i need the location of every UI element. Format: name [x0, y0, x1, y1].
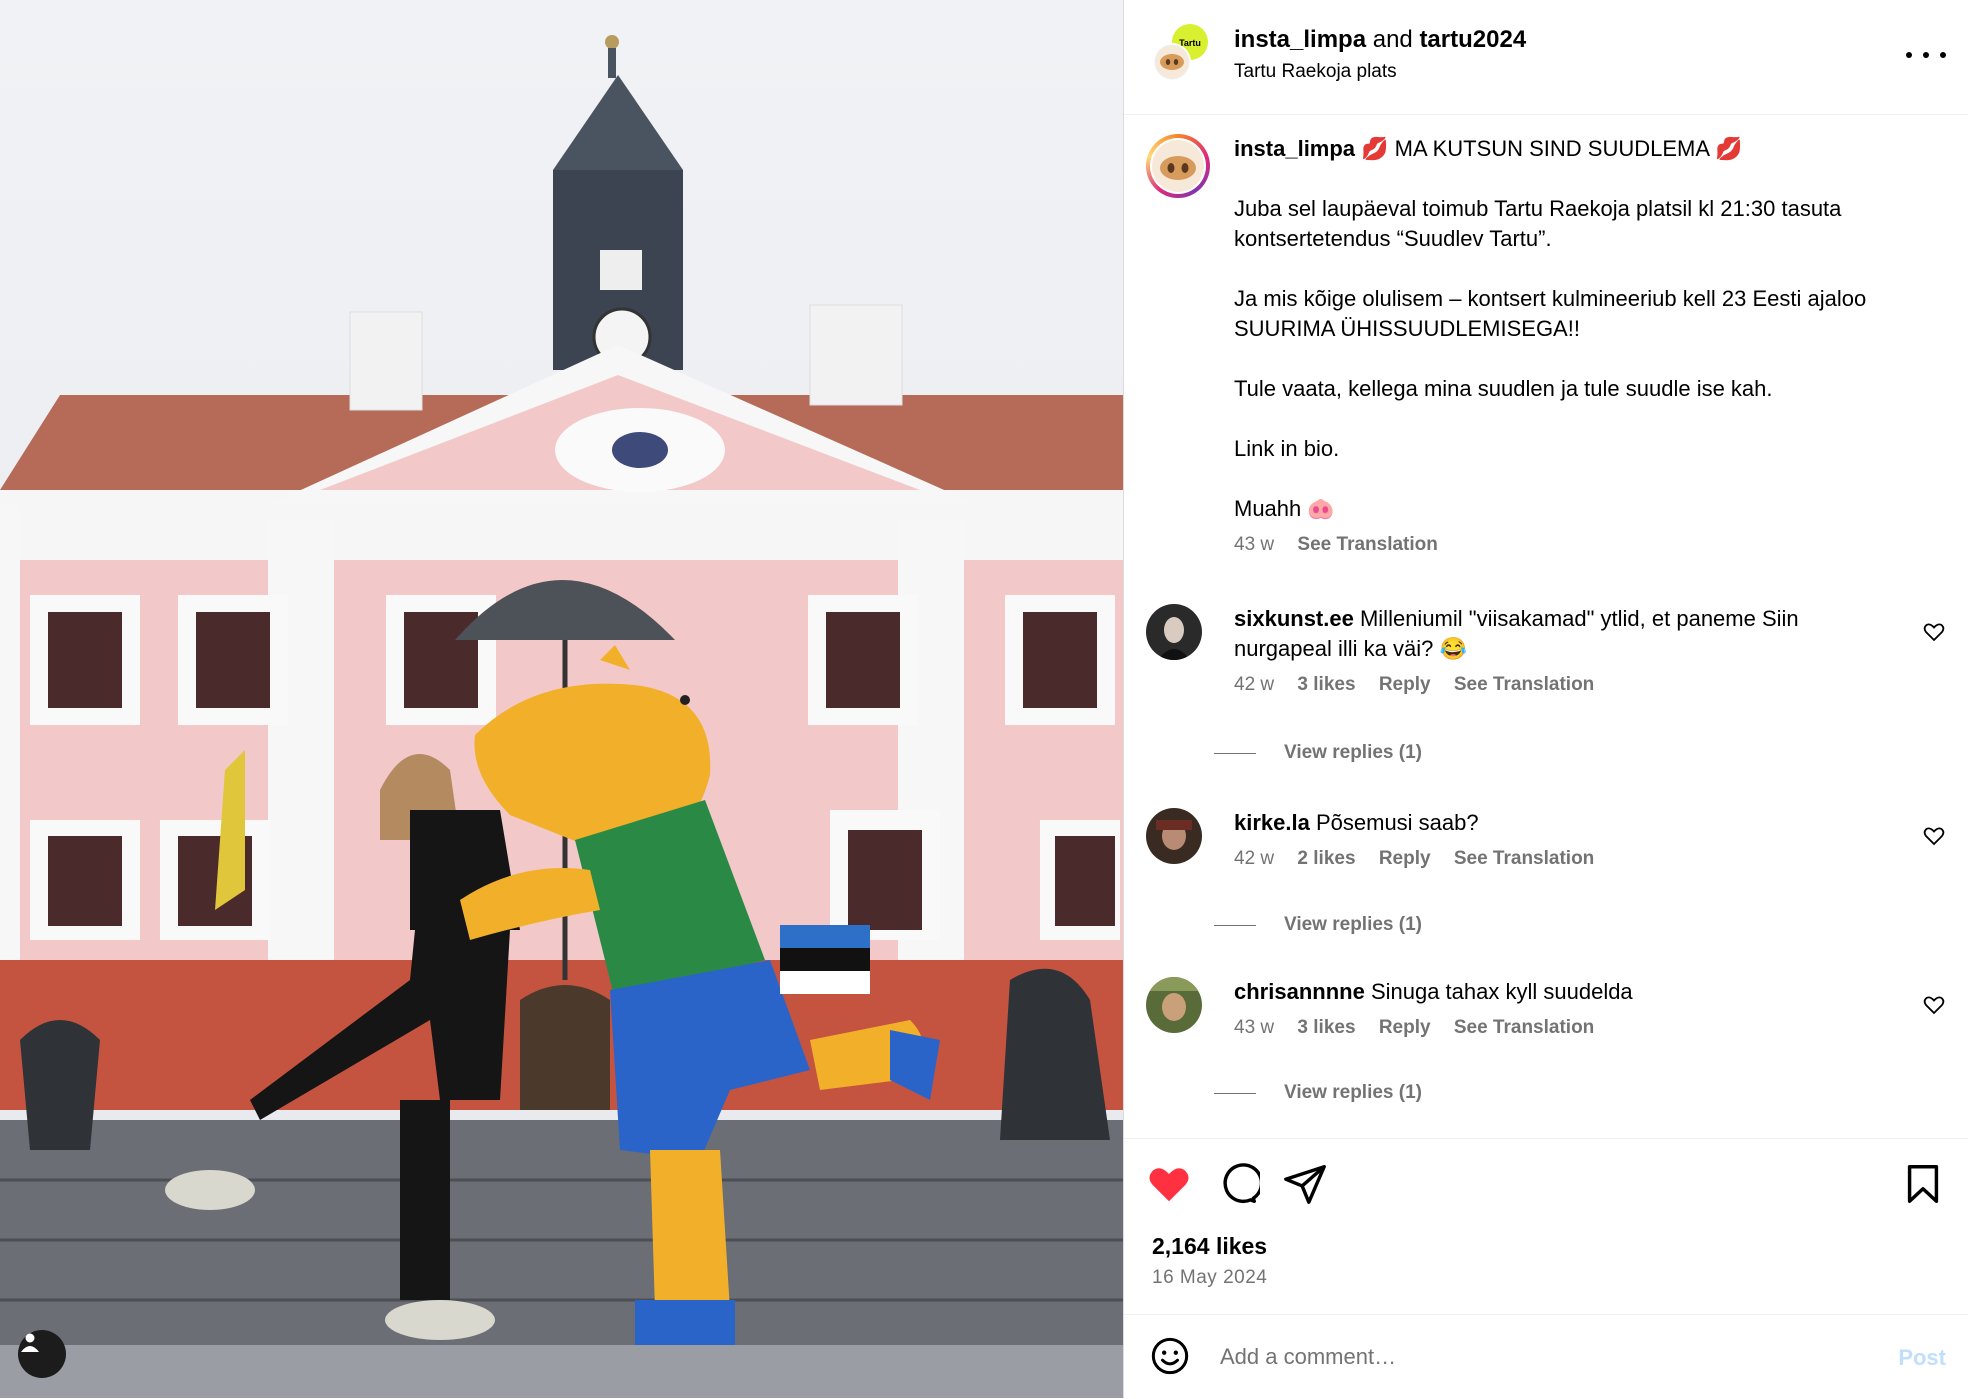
commenter-username[interactable]: chrisannnne: [1234, 979, 1365, 1004]
heart-outline-icon[interactable]: [1922, 993, 1946, 1017]
caption-paragraph: Link in bio.: [1234, 436, 1340, 461]
heart-outline-icon[interactable]: [1922, 824, 1946, 848]
comment-time[interactable]: 42 w: [1234, 848, 1274, 869]
caption-time[interactable]: 43 w: [1234, 534, 1274, 555]
commenter-username[interactable]: sixkunst.ee: [1234, 606, 1354, 631]
author-avatar[interactable]: [1146, 134, 1210, 198]
view-replies-label: View replies (1): [1284, 742, 1422, 763]
reply-button[interactable]: Reply: [1379, 674, 1431, 695]
comment-likes[interactable]: 3 likes: [1297, 1017, 1355, 1038]
see-translation-link[interactable]: See Translation: [1454, 848, 1594, 869]
caption-paragraph: Tule vaata, kellega mina suudlen ja tule…: [1234, 376, 1773, 401]
town-hall-photo: [0, 0, 1123, 1398]
comment-composer: Post: [1124, 1314, 1968, 1399]
view-replies-button[interactable]: View replies (1): [1214, 914, 1422, 936]
commenter-username[interactable]: kirke.la: [1234, 810, 1310, 835]
comment-body: sixkunst.ee Milleniumil "viisakamad" ytl…: [1234, 604, 1896, 700]
and-text: and: [1372, 26, 1413, 53]
comment-time[interactable]: 42 w: [1234, 674, 1274, 695]
avatar-image: [1146, 604, 1202, 660]
person-icon: [21, 1333, 39, 1352]
comment-body: kirke.la Põsemusi saab? 42 w 2 likes Rep…: [1234, 808, 1896, 874]
heart-filled-icon[interactable]: [1146, 1161, 1192, 1207]
add-comment-input[interactable]: [1218, 1331, 1862, 1383]
reply-button[interactable]: Reply: [1379, 1017, 1431, 1038]
post-actions: 2,164 likes 16 May 2024: [1124, 1138, 1968, 1314]
see-translation-link[interactable]: See Translation: [1297, 534, 1437, 555]
bookmark-icon[interactable]: [1900, 1161, 1946, 1207]
view-replies-button[interactable]: View replies (1): [1214, 742, 1422, 764]
commenter-avatar[interactable]: [1146, 604, 1202, 660]
comment-meta: 43 w 3 likes Reply See Translation: [1234, 1013, 1896, 1043]
header-authors: insta_limpa and tartu2024: [1234, 26, 1526, 54]
collaborator-username[interactable]: tartu2024: [1419, 26, 1526, 53]
comment-icon[interactable]: [1214, 1161, 1260, 1207]
comment-item: sixkunst.ee Milleniumil "viisakamad" ytl…: [1146, 604, 1946, 700]
comment-likes[interactable]: 3 likes: [1297, 674, 1355, 695]
reply-button[interactable]: Reply: [1379, 848, 1431, 869]
comment-text: Põsemusi saab?: [1315, 810, 1479, 835]
caption-headline: 💋 MA KUTSUN SIND SUUDLEMA 💋: [1361, 136, 1743, 161]
caption-meta: 43 w See Translation: [1234, 530, 1938, 560]
collab-avatars[interactable]: Tartu: [1152, 24, 1210, 82]
caption-paragraph: Ja mis kõige olulisem – kontsert kulmine…: [1234, 286, 1867, 341]
comment-meta: 42 w 3 likes Reply See Translation: [1234, 670, 1896, 700]
comment-time[interactable]: 43 w: [1234, 1017, 1274, 1038]
post-comment-button[interactable]: Post: [1898, 1345, 1946, 1371]
post-photo[interactable]: [0, 0, 1123, 1398]
comment-item: chrisannnne Sinuga tahax kyll suudelda 4…: [1146, 977, 1946, 1043]
heart-outline-icon[interactable]: [1922, 620, 1946, 644]
location-link[interactable]: Tartu Raekoja plats: [1234, 61, 1526, 83]
post-date[interactable]: 16 May 2024: [1152, 1267, 1267, 1289]
comment-item: kirke.la Põsemusi saab? 42 w 2 likes Rep…: [1146, 808, 1946, 874]
commenter-avatar[interactable]: [1146, 808, 1202, 864]
share-icon[interactable]: [1282, 1161, 1328, 1207]
author-username[interactable]: insta_limpa: [1234, 26, 1366, 53]
tagged-users-button[interactable]: [18, 1330, 66, 1378]
comments-list[interactable]: insta_limpa 💋 MA KUTSUN SIND SUUDLEMA 💋 …: [1124, 114, 1968, 1136]
comment-text: Sinuga tahax kyll suudelda: [1370, 979, 1633, 1004]
post-side-panel: Tartu insta_limpa and tartu2024 Tartu Ra…: [1123, 0, 1968, 1398]
header-text: insta_limpa and tartu2024 Tartu Raekoja …: [1234, 26, 1526, 83]
view-replies-button[interactable]: View replies (1): [1214, 1082, 1422, 1104]
more-options-icon[interactable]: [1906, 40, 1946, 70]
avatar-image: [1146, 808, 1202, 864]
view-replies-label: View replies (1): [1284, 1082, 1422, 1103]
emoji-icon[interactable]: [1150, 1336, 1190, 1376]
likes-count[interactable]: 2,164 likes: [1152, 1233, 1267, 1260]
caption-paragraph: Juba sel laupäeval toimub Tartu Raekoja …: [1234, 196, 1842, 251]
post-header: Tartu insta_limpa and tartu2024 Tartu Ra…: [1124, 0, 1968, 115]
pig-nose-icon: [1152, 140, 1204, 192]
commenter-avatar[interactable]: [1146, 977, 1202, 1033]
post-caption: insta_limpa 💋 MA KUTSUN SIND SUUDLEMA 💋 …: [1146, 134, 1938, 560]
see-translation-link[interactable]: See Translation: [1454, 674, 1594, 695]
comment-likes[interactable]: 2 likes: [1297, 848, 1355, 869]
see-translation-link[interactable]: See Translation: [1454, 1017, 1594, 1038]
avatar-image: [1146, 977, 1202, 1033]
post-viewer: Tartu insta_limpa and tartu2024 Tartu Ra…: [0, 0, 1968, 1398]
caption-signoff: Muahh 🐽: [1234, 496, 1335, 521]
comment-meta: 42 w 2 likes Reply See Translation: [1234, 844, 1896, 874]
caption-username[interactable]: insta_limpa: [1234, 136, 1355, 161]
view-replies-label: View replies (1): [1284, 914, 1422, 935]
comment-body: chrisannnne Sinuga tahax kyll suudelda 4…: [1234, 977, 1896, 1043]
caption-body: insta_limpa 💋 MA KUTSUN SIND SUUDLEMA 💋 …: [1234, 134, 1938, 560]
